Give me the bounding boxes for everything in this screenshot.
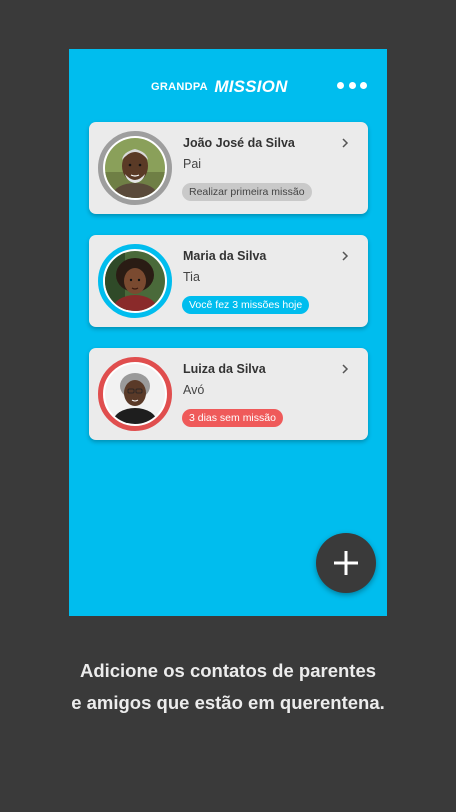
status-badge: Você fez 3 missões hoje bbox=[182, 296, 310, 314]
avatar-ring bbox=[98, 244, 172, 318]
chevron-right-icon bbox=[342, 251, 349, 261]
logo-small-text: GRANDPA bbox=[151, 81, 208, 93]
avatar bbox=[105, 138, 165, 198]
avatar-ring bbox=[98, 131, 172, 205]
add-contact-button[interactable] bbox=[316, 533, 376, 593]
avatar bbox=[105, 364, 165, 424]
contact-name: Maria da Silva bbox=[183, 249, 267, 263]
logo-big-text: MISSION bbox=[214, 77, 288, 96]
contact-card-joao[interactable]: João José da Silva Pai Realizar primeira… bbox=[89, 122, 368, 214]
contact-relation: Pai bbox=[183, 157, 202, 171]
chevron-right-icon bbox=[342, 138, 349, 148]
plus-icon bbox=[334, 551, 358, 575]
menu-dot bbox=[348, 81, 356, 89]
caption-line: e amigos que estão em querentena. bbox=[71, 692, 385, 713]
contact-name: Luiza da Silva bbox=[183, 362, 266, 376]
menu-dot bbox=[360, 81, 367, 89]
avatar bbox=[105, 251, 165, 311]
more-horizontal-icon[interactable] bbox=[337, 79, 367, 91]
avatar-ring bbox=[98, 357, 172, 431]
menu-dot bbox=[337, 81, 344, 89]
app-header: GRANDPA MISSION bbox=[69, 49, 387, 123]
caption-line: Adicione os contatos de parentes bbox=[79, 660, 377, 681]
contact-name: João José da Silva bbox=[183, 136, 295, 150]
chevron-right-icon bbox=[342, 364, 349, 374]
caption-text: Adicione os contatos de parentes e amigo… bbox=[0, 655, 456, 719]
contact-card-luiza[interactable]: Luiza da Silva Avó 3 dias sem missão bbox=[89, 348, 368, 440]
contact-card-maria[interactable]: Maria da Silva Tia Você fez 3 missões ho… bbox=[89, 235, 368, 327]
app-logo: GRANDPA MISSION bbox=[151, 77, 311, 97]
status-badge: Realizar primeira missão bbox=[182, 183, 312, 201]
contact-relation: Avó bbox=[183, 383, 205, 397]
contact-relation: Tia bbox=[183, 270, 200, 284]
app-screen: GRANDPA MISSION João José da Silva Pai R… bbox=[69, 49, 387, 616]
status-badge: 3 dias sem missão bbox=[182, 409, 283, 427]
